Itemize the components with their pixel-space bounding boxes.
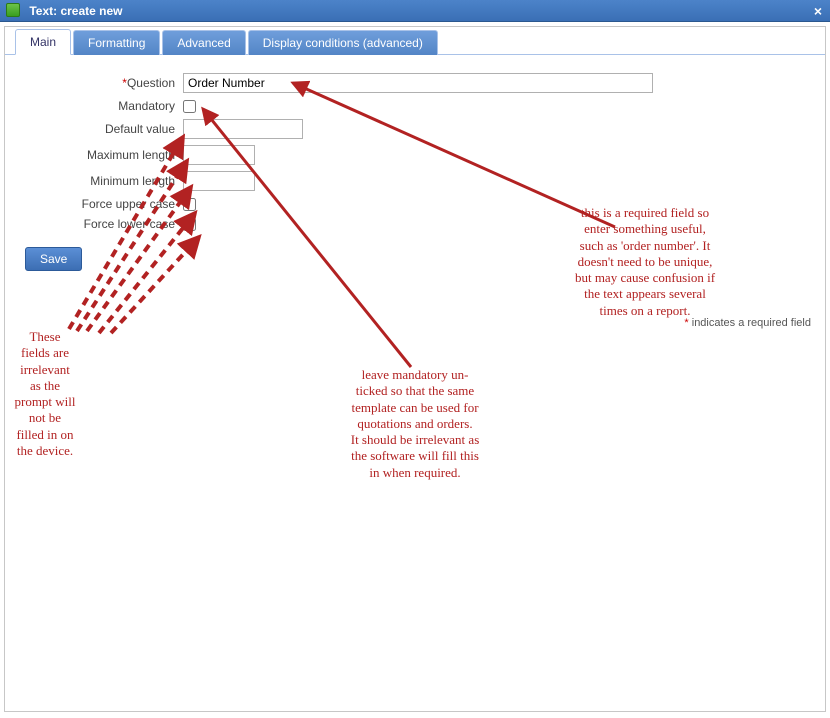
maximum-length-label: Maximum length <box>15 148 183 162</box>
window-titlebar: Text: create new × <box>0 0 830 22</box>
tab-display-conditions[interactable]: Display conditions (advanced) <box>248 30 438 55</box>
minimum-length-input[interactable] <box>183 171 255 191</box>
force-lower-case-label: Force lower case <box>15 217 183 231</box>
window-icon <box>6 3 20 17</box>
minimum-length-label: Minimum length <box>15 174 183 188</box>
required-field-note: * indicates a required field <box>684 317 811 329</box>
mandatory-label: Mandatory <box>15 99 183 113</box>
force-upper-case-checkbox[interactable] <box>183 198 196 211</box>
tab-main[interactable]: Main <box>15 29 71 55</box>
main-tab-panel: *Question Mandatory Default value Maximu… <box>5 55 825 281</box>
maximum-length-input[interactable] <box>183 145 255 165</box>
save-button[interactable]: Save <box>25 247 82 271</box>
annotation-irrelevant-fields: These fields are irrelevant as the promp… <box>5 329 85 459</box>
question-label: *Question <box>15 76 183 90</box>
force-upper-case-label: Force upper case <box>15 197 183 211</box>
mandatory-checkbox[interactable] <box>183 100 196 113</box>
default-value-input[interactable] <box>183 119 303 139</box>
default-value-label: Default value <box>15 122 183 136</box>
force-lower-case-checkbox[interactable] <box>183 218 196 231</box>
tab-formatting[interactable]: Formatting <box>73 30 160 55</box>
tab-advanced[interactable]: Advanced <box>162 30 245 55</box>
annotation-mandatory: leave mandatory un- ticked so that the s… <box>325 367 505 481</box>
question-input[interactable] <box>183 73 653 93</box>
close-icon[interactable]: × <box>814 0 822 22</box>
window-title: Text: create new <box>29 4 122 18</box>
content-frame: Main Formatting Advanced Display conditi… <box>4 26 826 712</box>
tab-strip: Main Formatting Advanced Display conditi… <box>5 27 825 55</box>
